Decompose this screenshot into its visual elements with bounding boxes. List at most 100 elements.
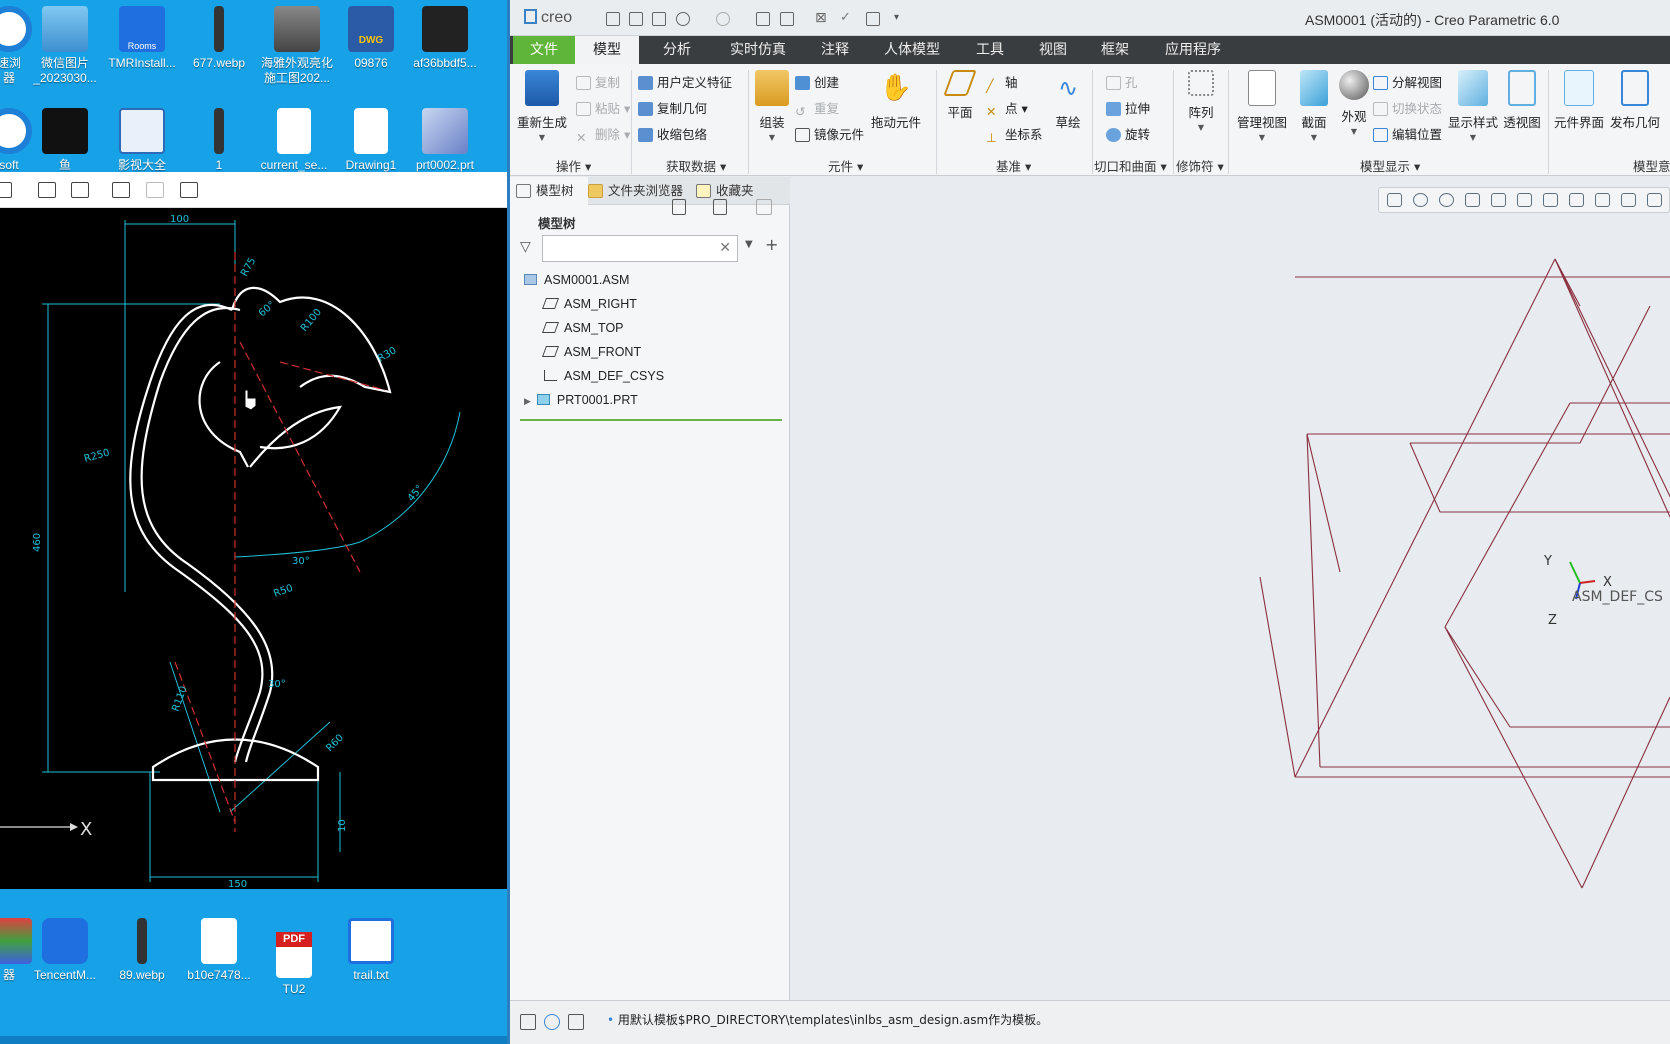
fullscreen-icon[interactable] [568, 1014, 584, 1030]
tab-annotate[interactable]: 注释 [810, 36, 860, 64]
edit-position-button[interactable]: 编辑位置 [1373, 124, 1442, 143]
tree-node-prt0001[interactable]: ▶ PRT0001.PRT [524, 393, 638, 407]
tab-analysis[interactable]: 分析 [648, 36, 706, 64]
desktop-icon-current-session[interactable]: current_se... [255, 108, 333, 173]
tree-node-asm0001[interactable]: ASM0001.ASM [524, 273, 629, 287]
close-window-icon[interactable]: ⊠ [815, 11, 829, 26]
extrude-button[interactable]: 拉伸 [1106, 98, 1150, 117]
tab-applications[interactable]: 应用程序 [1153, 36, 1233, 64]
tab-simulation[interactable]: 实时仿真 [718, 36, 798, 64]
tree-filter-settings-icon[interactable] [756, 199, 772, 215]
tab-manikin[interactable]: 人体模型 [872, 36, 952, 64]
copy-icon[interactable] [112, 182, 130, 198]
tab-view[interactable]: 视图 [1028, 36, 1078, 64]
section-button[interactable]: 截面 ▼ [1294, 68, 1334, 142]
tab-model-tree[interactable]: 模型树 [510, 177, 588, 205]
display-style-button[interactable]: 显示样式 ▼ [1446, 68, 1500, 142]
toggle-state-button[interactable]: 切换状态 [1373, 98, 1442, 117]
graphics-window[interactable]: Y X Z ASM_DEF_CS [790, 177, 1670, 1000]
tab-tools[interactable]: 工具 [965, 36, 1015, 64]
windows-icon[interactable] [780, 12, 794, 26]
save-icon[interactable] [652, 12, 666, 26]
add-icon[interactable]: + [765, 235, 778, 254]
regenerate-icon[interactable] [756, 12, 770, 26]
axis-button[interactable]: ╱ 轴 [986, 72, 1018, 93]
tree-node-asm-def-csys[interactable]: ASM_DEF_CSYS [544, 369, 664, 383]
user-defined-feature-button[interactable]: 用户定义特征 [638, 72, 732, 91]
regenerate-button[interactable]: 重新生成 ▼ [515, 68, 569, 142]
desktop-icon-haiya[interactable]: 海雅外观亮化 施工图202... [255, 6, 339, 86]
undo-icon[interactable] [676, 12, 690, 26]
group-get-data[interactable]: 获取数据 ▾ [666, 156, 726, 175]
explode-view-button[interactable]: 分解视图 [1373, 72, 1442, 91]
tree-columns-icon[interactable] [713, 199, 727, 215]
check-icon[interactable]: ✓ [840, 11, 854, 26]
desktop-icon-1[interactable]: 1 [180, 108, 258, 173]
repeat-button[interactable]: ↺ 重复 [795, 98, 839, 119]
manage-views-button[interactable]: 管理视图 ▼ [1234, 68, 1290, 142]
expand-arrow-icon[interactable]: ▶ [524, 396, 531, 406]
hole-button[interactable]: 孔 [1106, 72, 1138, 91]
perspective-button[interactable]: 透视图 [1500, 68, 1544, 131]
new-file-icon[interactable] [606, 12, 620, 26]
redo-icon[interactable] [716, 12, 730, 26]
desktop-icon-af36[interactable]: af36bbdf5... [406, 6, 484, 71]
tab-framework[interactable]: 框架 [1090, 36, 1140, 64]
desktop-icon-tu2[interactable]: PDF TU2 [255, 918, 333, 997]
paste-button[interactable]: 粘贴 ▾ [576, 98, 630, 117]
group-modifiers[interactable]: 修饰符 ▾ [1176, 156, 1224, 175]
tree-node-asm-right[interactable]: ASM_RIGHT [541, 297, 637, 311]
pattern-button[interactable]: 阵列 ▼ [1182, 68, 1220, 132]
sketch-button[interactable]: ∿ 草绘 [1048, 68, 1088, 131]
desktop-icon-tmr-install[interactable]: Rooms TMRInstall... [103, 6, 181, 71]
appearance-button[interactable]: 外观 ▼ [1334, 68, 1374, 136]
point-button[interactable]: ✕ 点 ▾ [986, 98, 1028, 119]
save-icon[interactable] [180, 182, 198, 198]
clear-search-icon[interactable]: ✕ [719, 240, 731, 256]
copy-geometry-button[interactable]: 复制几何 [638, 98, 707, 117]
desktop-icon-wechat-image[interactable]: 微信图片 _2023030... [26, 6, 104, 86]
tree-search-input[interactable]: ✕ [542, 235, 738, 262]
shrinkwrap-button[interactable]: 收缩包络 [638, 124, 707, 143]
edit-icon[interactable] [71, 182, 89, 198]
tools-icon[interactable] [866, 12, 880, 26]
customize-toolbar-icon[interactable]: ▾ [894, 12, 908, 26]
desktop-icon-tencent-meeting[interactable]: TencentM... [26, 918, 104, 983]
tree-settings-icon[interactable] [672, 199, 686, 215]
publish-geometry-button[interactable]: 发布几何 [1608, 68, 1662, 131]
group-datum[interactable]: 基准 ▾ [996, 156, 1031, 175]
csys-button[interactable]: ⊥ 坐标系 [986, 124, 1043, 145]
delete-button[interactable]: ✕ 删除 ▾ [576, 124, 630, 145]
component-interface-button[interactable]: 元件界面 [1552, 68, 1606, 131]
revolve-button[interactable]: 旋转 [1106, 124, 1150, 143]
drag-components-button[interactable]: ✋ 拖动元件 [868, 68, 924, 131]
desktop-icon-drawing1[interactable]: Drawing1 [332, 108, 410, 173]
plane-button[interactable]: 平面 [940, 68, 980, 121]
desktop-icon-fish[interactable]: 鱼 [26, 108, 104, 173]
tree-node-asm-top[interactable]: ASM_TOP [541, 321, 624, 335]
tab-model[interactable]: 模型 [575, 36, 639, 64]
group-cut-surface[interactable]: 切口和曲面 ▾ [1094, 156, 1167, 175]
group-component[interactable]: 元件 ▾ [828, 156, 863, 175]
tab-file[interactable]: 文件 [513, 36, 575, 64]
assemble-button[interactable]: 组装 ▼ [750, 68, 794, 142]
crop-icon[interactable] [146, 182, 164, 198]
toggle-navigator-icon[interactable] [520, 1014, 536, 1030]
sidebar-icon[interactable] [0, 182, 12, 198]
rotate-icon[interactable] [38, 182, 56, 198]
group-operations[interactable]: 操作 ▾ [556, 156, 591, 175]
tree-node-asm-front[interactable]: ASM_FRONT [541, 345, 641, 359]
search-dropdown-icon[interactable]: ▼ [745, 239, 753, 250]
desktop-icon-video[interactable]: 影视大全 [103, 108, 181, 173]
group-model-intent[interactable]: 模型意 [1633, 156, 1670, 175]
desktop-icon-677-webp[interactable]: 677.webp [180, 6, 258, 71]
mirror-component-button[interactable]: 镜像元件 [795, 124, 864, 143]
browser-icon[interactable] [544, 1014, 560, 1030]
desktop-icon-b10e[interactable]: b10e7478... [180, 918, 258, 983]
group-model-display[interactable]: 模型显示 ▾ [1360, 156, 1420, 175]
desktop-icon-09876[interactable]: DWG 09876 [332, 6, 410, 71]
desktop-icon-prt0002[interactable]: prt0002.prt [406, 108, 484, 173]
desktop-icon-89-webp[interactable]: 89.webp [103, 918, 181, 983]
desktop-icon-trail-txt[interactable]: trail.txt [332, 918, 410, 983]
open-file-icon[interactable] [629, 12, 643, 26]
